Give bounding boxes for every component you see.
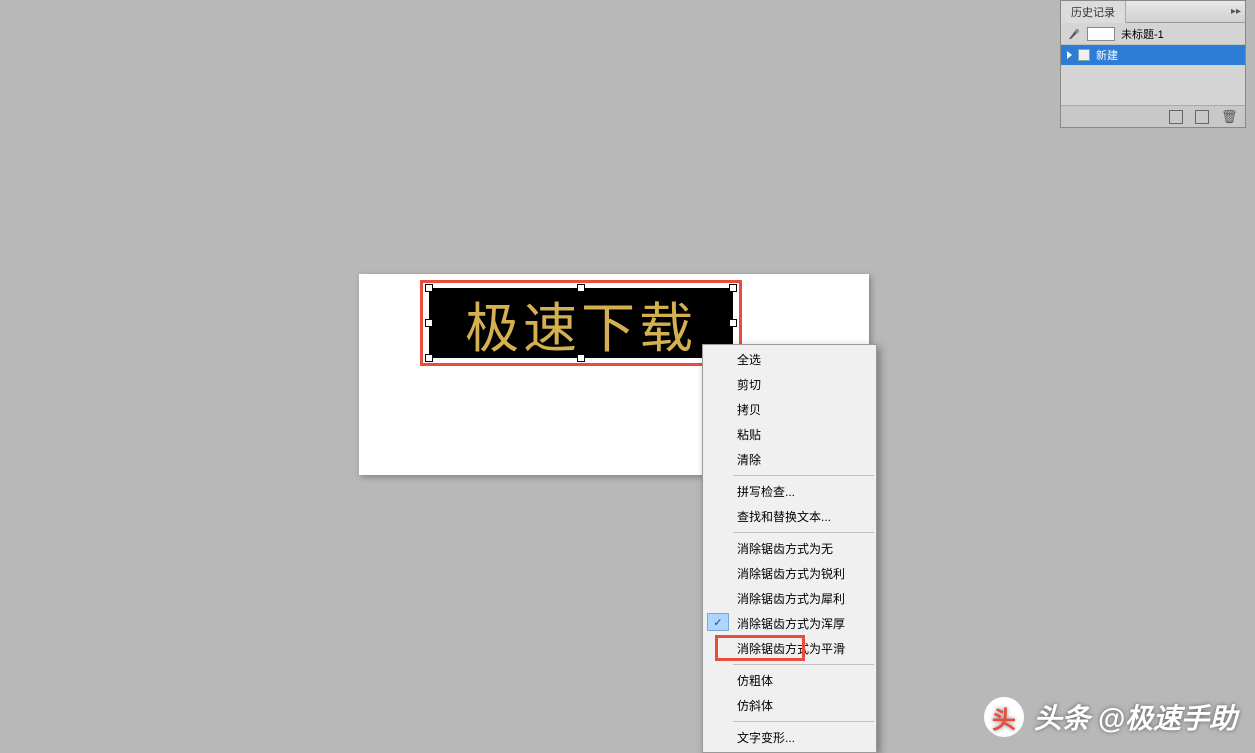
text-content[interactable]: 极速下载	[465, 284, 697, 363]
transform-handle-tm[interactable]	[577, 284, 585, 292]
history-footer: 🗑	[1061, 105, 1245, 127]
menu-aa-smooth[interactable]: 消除锯齿方式为平滑	[703, 636, 876, 661]
text-selection-highlight: 极速下载	[420, 280, 742, 366]
transform-handle-bl[interactable]	[425, 354, 433, 362]
transform-handle-ml[interactable]	[425, 319, 433, 327]
menu-aa-strong[interactable]: ✓ 消除锯齿方式为浑厚	[703, 611, 876, 636]
menu-separator	[733, 664, 874, 665]
watermark: 头 头条 @极速手助	[984, 697, 1237, 737]
document-thumbnail	[1087, 27, 1115, 41]
menu-faux-italic[interactable]: 仿斜体	[703, 693, 876, 718]
menu-copy[interactable]: 拷贝	[703, 397, 876, 422]
check-icon: ✓	[707, 613, 729, 631]
new-snapshot-icon[interactable]	[1195, 110, 1209, 124]
menu-separator	[733, 532, 874, 533]
trash-icon[interactable]: 🗑	[1221, 110, 1235, 124]
context-menu: 全选 剪切 拷贝 粘贴 清除 拼写检查... 查找和替换文本... 消除锯齿方式…	[702, 344, 877, 753]
history-tab-bar: 历史记录 ▸▸	[1061, 1, 1245, 23]
menu-clear[interactable]: 清除	[703, 447, 876, 472]
history-step-label: 新建	[1096, 47, 1118, 63]
menu-aa-sharp[interactable]: 消除锯齿方式为锐利	[703, 561, 876, 586]
watermark-logo: 头	[984, 697, 1024, 737]
document-name: 未标题-1	[1121, 26, 1164, 42]
menu-paste[interactable]: 粘贴	[703, 422, 876, 447]
menu-separator	[733, 721, 874, 722]
brush-icon	[1067, 27, 1081, 41]
menu-spellcheck[interactable]: 拼写检查...	[703, 479, 876, 504]
history-document-row[interactable]: 未标题-1	[1061, 23, 1245, 45]
history-panel: 历史记录 ▸▸ 未标题-1 新建 🗑	[1060, 0, 1246, 128]
watermark-text: 头条 @极速手助	[1034, 697, 1237, 737]
snapshot-icon[interactable]	[1169, 110, 1183, 124]
panel-menu-icon[interactable]: ▸▸	[1231, 6, 1241, 17]
menu-cut[interactable]: 剪切	[703, 372, 876, 397]
menu-faux-bold[interactable]: 仿粗体	[703, 668, 876, 693]
text-layer[interactable]: 极速下载	[429, 288, 733, 358]
menu-find-replace[interactable]: 查找和替换文本...	[703, 504, 876, 529]
menu-aa-none[interactable]: 消除锯齿方式为无	[703, 536, 876, 561]
menu-separator	[733, 475, 874, 476]
document-icon	[1078, 49, 1090, 61]
transform-handle-tl[interactable]	[425, 284, 433, 292]
transform-handle-bm[interactable]	[577, 354, 585, 362]
menu-label: 消除锯齿方式为浑厚	[737, 617, 845, 631]
transform-handle-mr[interactable]	[729, 319, 737, 327]
menu-aa-crisp[interactable]: 消除锯齿方式为犀利	[703, 586, 876, 611]
history-tab[interactable]: 历史记录	[1061, 1, 1126, 23]
history-step-new[interactable]: 新建	[1061, 45, 1245, 65]
history-body	[1061, 65, 1245, 105]
menu-warp-text[interactable]: 文字变形...	[703, 725, 876, 750]
triangle-icon	[1067, 51, 1072, 59]
transform-handle-tr[interactable]	[729, 284, 737, 292]
menu-select-all[interactable]: 全选	[703, 347, 876, 372]
